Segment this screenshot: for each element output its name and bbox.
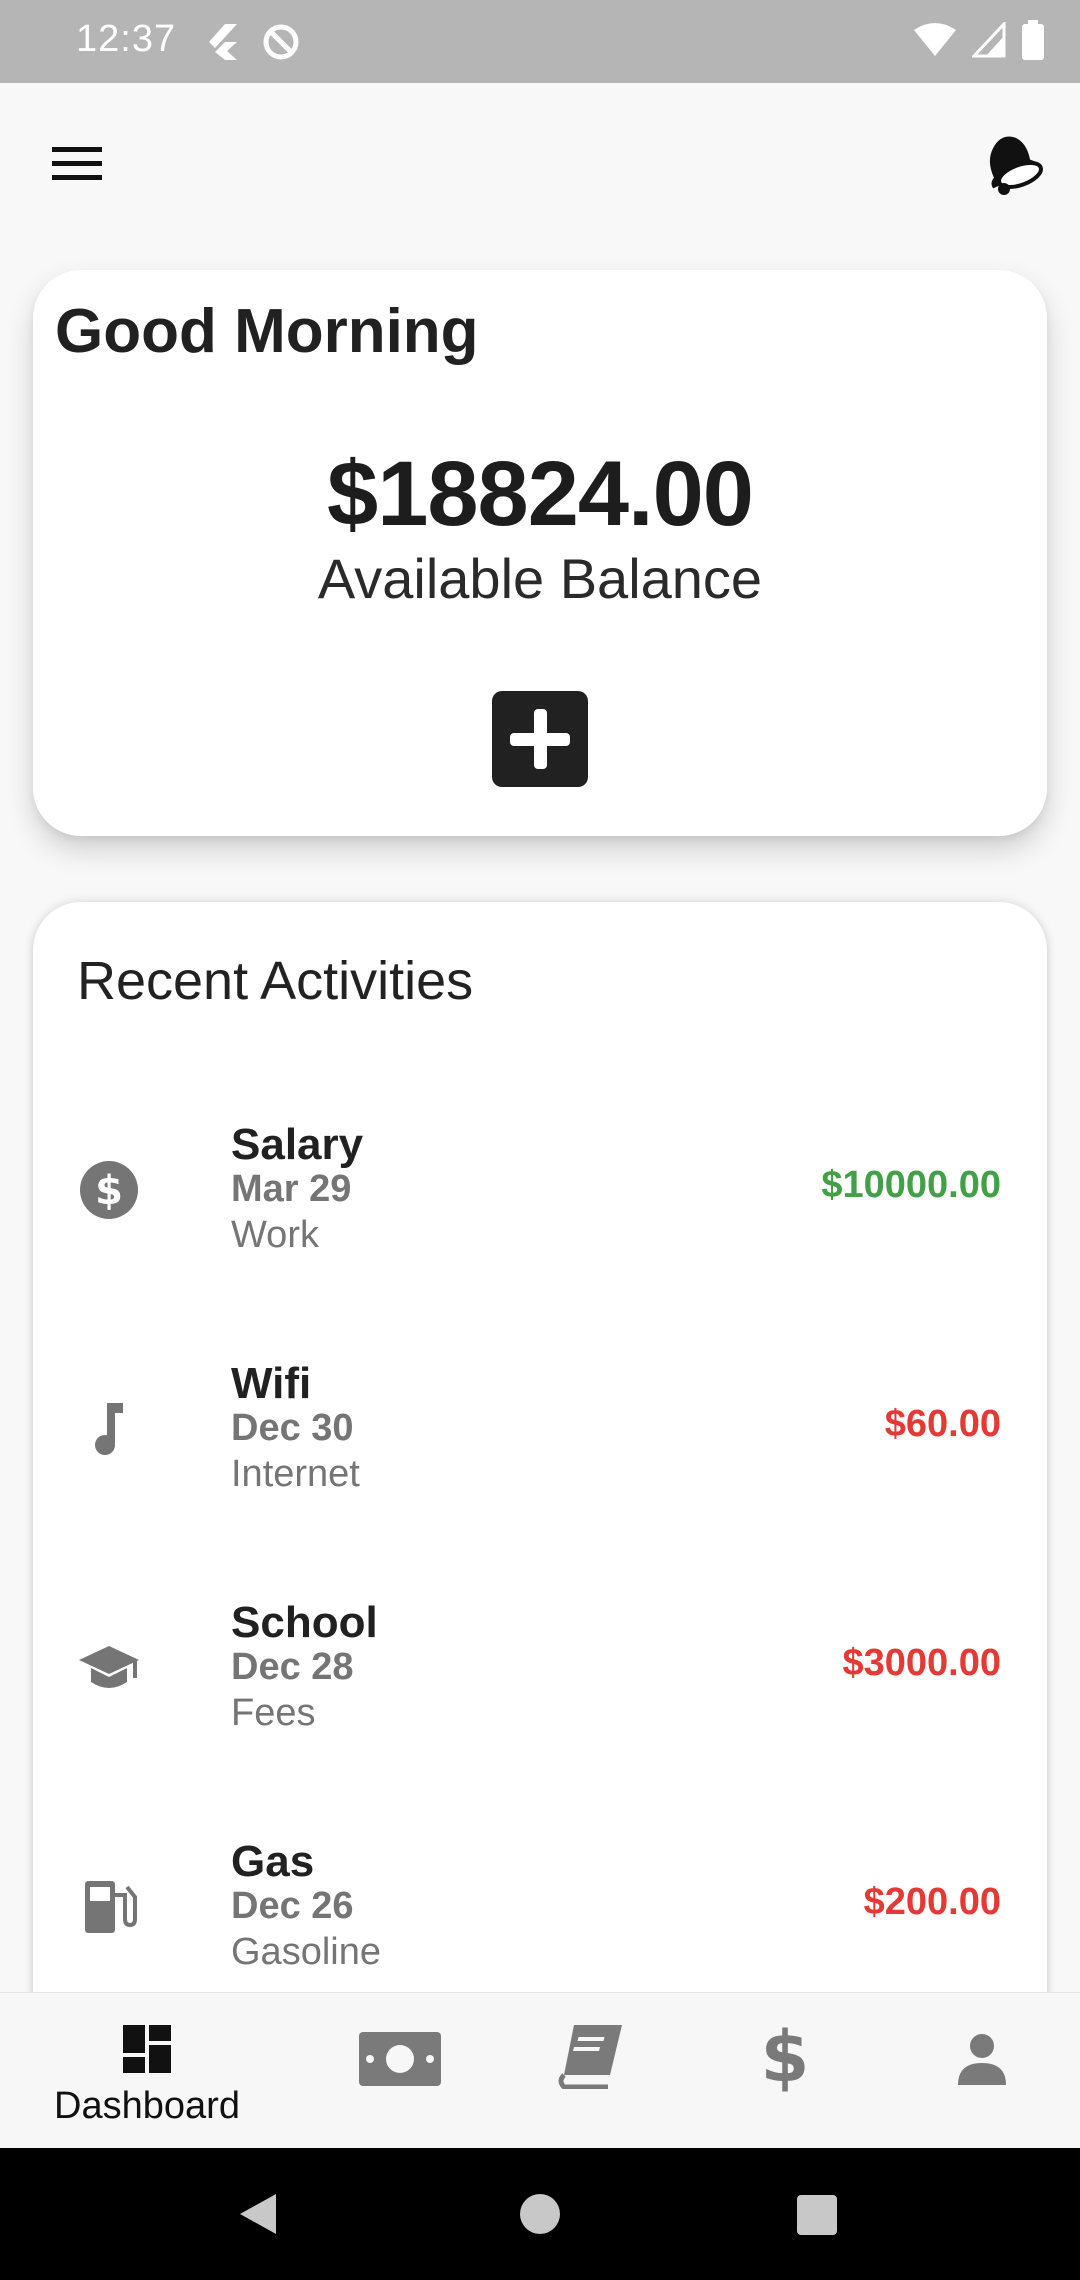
add-transaction-button[interactable]: [492, 691, 588, 787]
activity-item[interactable]: School Dec 28 Fees $3000.00: [33, 1586, 1047, 1786]
book-icon: [558, 2025, 622, 2089]
activity-amount: $200.00: [863, 1881, 1001, 1923]
nav-profile[interactable]: [922, 1993, 1042, 2149]
nav-dollar[interactable]: $: [725, 1993, 845, 2149]
activity-category: Gasoline: [231, 1931, 381, 1973]
back-icon[interactable]: [234, 2190, 282, 2238]
nav-cash[interactable]: [340, 1993, 460, 2149]
svg-text:$: $: [95, 1168, 123, 1214]
greeting-title: Good Morning: [55, 297, 479, 366]
system-navigation-bar: [0, 2148, 1080, 2280]
activity-item[interactable]: Gas Dec 26 Gasoline $200.00: [33, 1825, 1047, 2002]
activity-title: Gas: [231, 1837, 315, 1886]
battery-icon: [1022, 20, 1044, 60]
activity-amount: $10000.00: [821, 1164, 1001, 1206]
bell-icon: [989, 136, 1043, 195]
activity-date: Mar 29: [231, 1168, 352, 1210]
status-notification-icons: [205, 22, 301, 62]
flutter-icon: [209, 24, 237, 60]
home-icon[interactable]: [518, 2192, 562, 2236]
sync-disabled-icon: [263, 24, 299, 60]
nav-book[interactable]: [530, 1993, 650, 2149]
balance-amount: $18824.00: [327, 443, 754, 545]
status-bar: 12:37: [0, 0, 1080, 83]
money-bill-icon: [359, 2032, 441, 2086]
activity-item[interactable]: $ Salary Mar 29 Work $10000.00: [33, 1108, 1047, 1308]
status-time: 12:37: [76, 18, 177, 60]
recents-icon[interactable]: [796, 2194, 838, 2236]
activity-title: School: [231, 1598, 378, 1647]
person-icon: [958, 2034, 1006, 2085]
nav-dashboard[interactable]: Dashboard: [40, 1993, 254, 2149]
activity-date: Dec 28: [231, 1646, 354, 1688]
activity-category: Work: [231, 1214, 319, 1256]
nav-dashboard-label: Dashboard: [54, 2085, 240, 2127]
activity-date: Dec 30: [231, 1407, 354, 1449]
activity-amount: $3000.00: [842, 1642, 1002, 1684]
status-system-icons: [914, 20, 1044, 60]
activity-category: Internet: [231, 1453, 360, 1495]
svg-text:$: $: [761, 2021, 810, 2093]
dollar-circle-icon: $: [80, 1161, 138, 1219]
activity-title: Salary: [231, 1120, 364, 1169]
dashboard-icon: [123, 2025, 171, 2073]
activity-title: Wifi: [231, 1359, 312, 1408]
app-bar: [0, 83, 1080, 243]
music-note-icon: [95, 1403, 123, 1455]
bottom-navigation: Dashboard $: [0, 1992, 1080, 2149]
recent-activities-title: Recent Activities: [77, 951, 474, 1011]
activity-item[interactable]: Wifi Dec 30 Internet $60.00: [33, 1347, 1047, 1547]
activity-date: Dec 26: [231, 1885, 354, 1927]
cell-signal-icon: [972, 22, 1006, 58]
activity-category: Fees: [231, 1692, 316, 1734]
menu-button[interactable]: [40, 133, 114, 193]
balance-card: Good Morning $18824.00 Available Balance: [33, 270, 1047, 836]
hamburger-menu-icon: [52, 147, 102, 180]
balance-label: Available Balance: [317, 547, 763, 610]
notifications-button[interactable]: [976, 125, 1050, 199]
wifi-icon: [914, 23, 956, 56]
dollar-icon: $: [761, 2021, 810, 2093]
graduation-cap-icon: [79, 1646, 139, 1688]
gas-station-icon: [85, 1881, 137, 1933]
recent-activities-card: Recent Activities $ Salary Mar 29 Work $…: [33, 902, 1047, 2002]
activity-amount: $60.00: [884, 1403, 1001, 1445]
